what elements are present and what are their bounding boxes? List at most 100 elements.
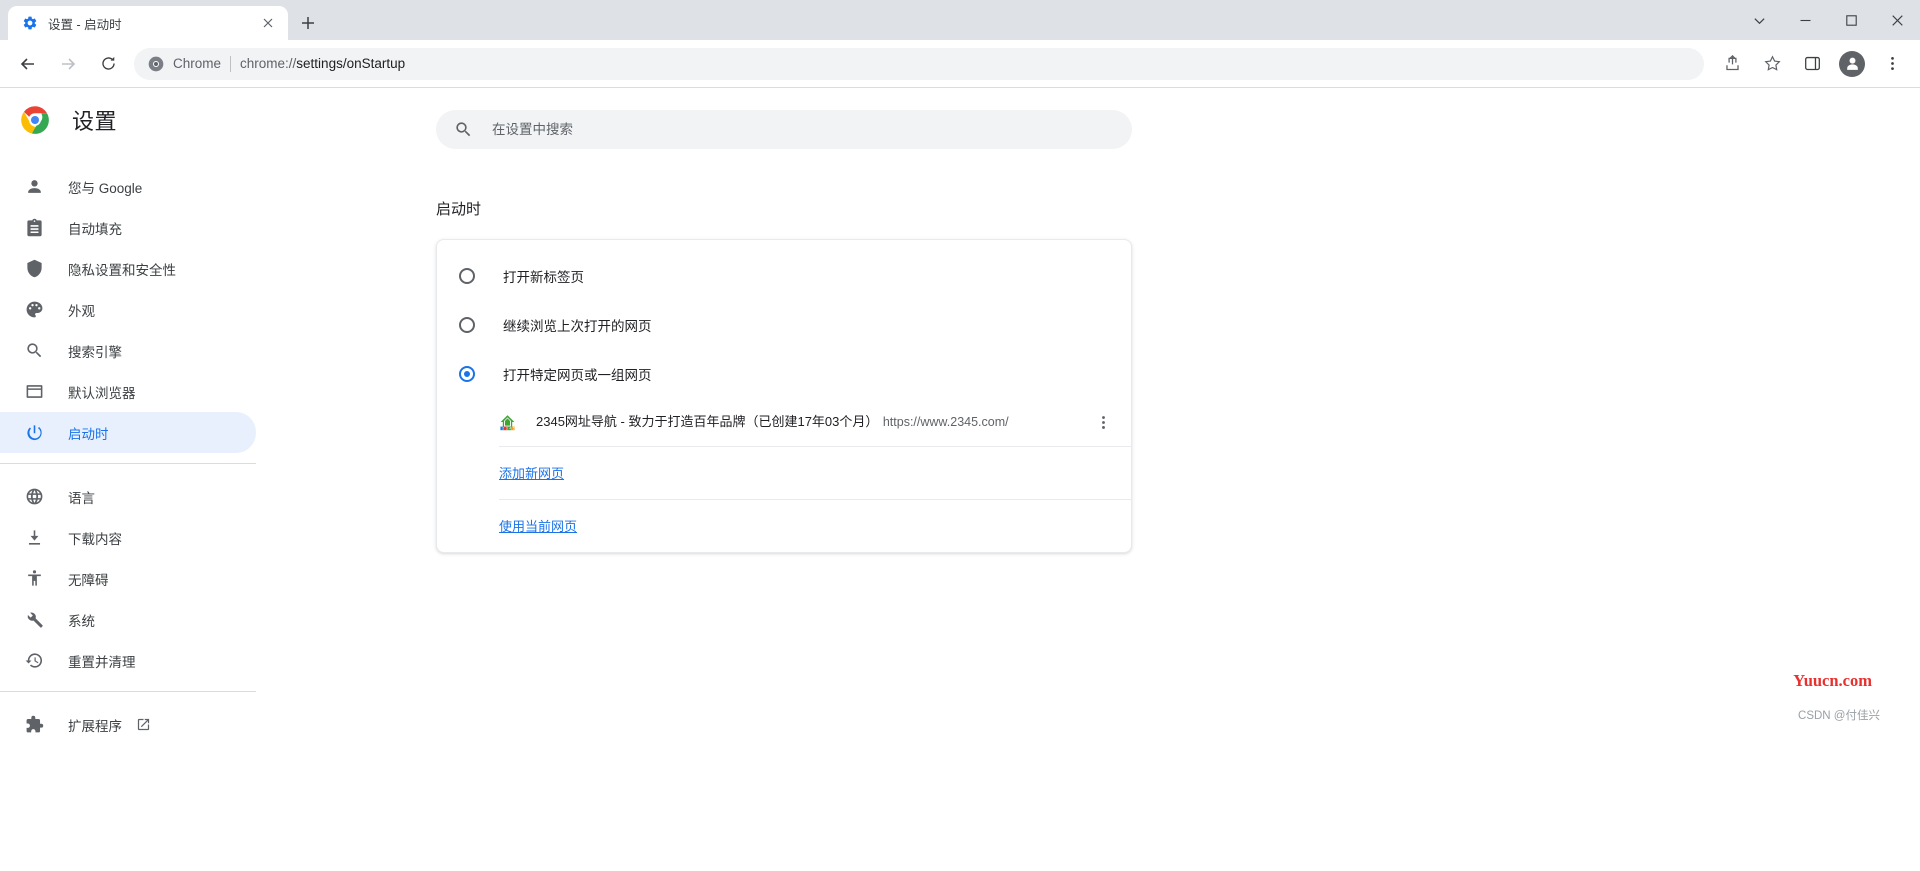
sidebar-item-system[interactable]: 系统 <box>0 599 256 640</box>
svg-text:4: 4 <box>509 426 511 430</box>
startup-site-text: 2345网址导航 - 致力于打造百年品牌（已创建17年03个月） https:/… <box>536 412 1089 432</box>
watermark-red: Yuucn.com <box>1793 671 1872 690</box>
window-close-button[interactable] <box>1874 0 1920 40</box>
chrome-logo-icon <box>148 56 164 72</box>
sidebar-item-label: 自动填充 <box>68 221 122 237</box>
blue-gear-icon <box>22 15 38 31</box>
accessibility-icon <box>24 569 44 589</box>
power-icon <box>24 423 44 443</box>
person-avatar-icon <box>1839 50 1865 77</box>
reload-button[interactable] <box>92 48 124 80</box>
sidebar-item-label: 重置并清理 <box>68 654 136 670</box>
share-icon[interactable] <box>1716 48 1748 80</box>
radio-open-new-tab[interactable]: 打开新标签页 <box>437 251 1131 300</box>
settings-search-box[interactable] <box>436 110 1132 149</box>
sidebar-item-label: 系统 <box>68 613 95 629</box>
settings-page: 设置 您与 Google 自动填充 隐私设置和安全性 外观 搜索引擎 默认浏览器… <box>0 88 1920 870</box>
window-minimize-button[interactable] <box>1782 0 1828 40</box>
browser-window: 设置 - 启动时 Chrome chrome://settings/onStar… <box>0 0 1920 871</box>
person-icon <box>24 177 44 197</box>
omnibox-url: chrome://settings/onStartup <box>240 56 405 71</box>
sidebar-item-reset-cleanup[interactable]: 重置并清理 <box>0 640 256 681</box>
sidebar-item-label: 语言 <box>68 490 95 506</box>
sidebar-item-privacy-security[interactable]: 隐私设置和安全性 <box>0 248 256 289</box>
omnibox-chip-label: Chrome <box>173 56 222 71</box>
radio-button[interactable] <box>459 316 475 333</box>
settings-title: 设置 <box>72 109 118 134</box>
startup-site-title: 2345网址导航 - 致力于打造百年品牌（已创建17年03个月） <box>536 414 879 429</box>
window-maximize-button[interactable] <box>1828 0 1874 40</box>
forward-button[interactable] <box>52 48 84 80</box>
side-panel-icon[interactable] <box>1796 48 1828 80</box>
use-current-pages-link[interactable]: 使用当前网页 <box>499 519 577 534</box>
omnibox-separator <box>230 55 232 72</box>
tab-settings[interactable]: 设置 - 启动时 <box>8 6 288 40</box>
tab-close-button[interactable] <box>258 13 278 33</box>
radio-continue-where-left-off[interactable]: 继续浏览上次打开的网页 <box>437 300 1131 349</box>
sidebar-item-label: 外观 <box>68 303 95 319</box>
tab-search-button[interactable] <box>1736 0 1782 40</box>
tab-strip: 设置 - 启动时 <box>0 0 1920 40</box>
chrome-logo-icon <box>20 105 50 135</box>
startup-options-card: 打开新标签页 继续浏览上次打开的网页 打开特定网页或一组网页 2 3 4 5 2… <box>436 239 1132 553</box>
new-tab-button[interactable] <box>294 9 322 37</box>
sidebar-divider-1 <box>0 463 256 464</box>
radio-label: 打开特定网页或一组网页 <box>503 367 652 383</box>
radio-label: 打开新标签页 <box>503 269 584 285</box>
clipboard-icon <box>24 218 44 238</box>
watermark-gray: CSDN @付佳兴 <box>1798 710 1880 722</box>
radio-label: 继续浏览上次打开的网页 <box>503 318 652 334</box>
radio-button[interactable] <box>459 267 475 284</box>
search-input[interactable] <box>492 122 1114 137</box>
browser-menu-button[interactable] <box>1876 48 1908 80</box>
download-icon <box>24 528 44 548</box>
svg-text:3: 3 <box>506 426 508 430</box>
puzzle-piece-icon <box>24 715 44 735</box>
star-icon[interactable] <box>1756 48 1788 80</box>
2345-house-favicon: 2 3 4 5 <box>499 414 516 431</box>
sidebar-item-extensions[interactable]: 扩展程序 <box>0 704 256 745</box>
browser-window-icon <box>24 382 44 402</box>
sidebar-item-on-startup[interactable]: 启动时 <box>0 412 256 453</box>
settings-nav: 您与 Google 自动填充 隐私设置和安全性 外观 搜索引擎 默认浏览器 启动… <box>0 166 256 745</box>
back-button[interactable] <box>12 48 44 80</box>
settings-brand: 设置 <box>0 88 256 152</box>
toolbar-actions <box>1712 48 1912 80</box>
tab-title: 设置 - 启动时 <box>48 17 122 32</box>
sidebar-item-label: 启动时 <box>68 426 109 442</box>
kebab-menu-icon[interactable] <box>1089 408 1117 436</box>
settings-sidebar: 设置 您与 Google 自动填充 隐私设置和安全性 外观 搜索引擎 默认浏览器… <box>0 88 256 870</box>
sidebar-item-label: 搜索引擎 <box>68 344 122 360</box>
sidebar-item-label: 下载内容 <box>68 531 122 547</box>
sidebar-item-autofill[interactable]: 自动填充 <box>0 207 256 248</box>
search-bar-wrapper <box>256 88 1920 149</box>
search-icon <box>454 120 473 139</box>
startup-site-row: 2 3 4 5 2345网址导航 - 致力于打造百年品牌（已创建17年03个月）… <box>437 398 1131 446</box>
sidebar-item-you-and-google[interactable]: 您与 Google <box>0 166 256 207</box>
omnibox-url-prefix: chrome:// <box>240 56 297 71</box>
svg-text:5: 5 <box>513 426 515 430</box>
sidebar-item-default-browser[interactable]: 默认浏览器 <box>0 371 256 412</box>
settings-main: 启动时 打开新标签页 继续浏览上次打开的网页 打开特定网页或一组网页 <box>256 88 1920 870</box>
sidebar-item-label: 默认浏览器 <box>68 385 136 401</box>
radio-open-specific-pages[interactable]: 打开特定网页或一组网页 <box>437 349 1131 398</box>
sidebar-item-label: 您与 Google <box>68 180 143 196</box>
use-current-pages-row: 使用当前网页 <box>437 500 1131 552</box>
sidebar-item-languages[interactable]: 语言 <box>0 476 256 517</box>
sidebar-item-label: 无障碍 <box>68 572 109 588</box>
radio-button[interactable] <box>459 365 475 382</box>
omnibox-url-path: settings/onStartup <box>296 56 406 71</box>
profile-avatar[interactable] <box>1836 48 1868 80</box>
external-link-icon <box>136 717 151 732</box>
add-new-page-link[interactable]: 添加新网页 <box>499 466 564 481</box>
sidebar-item-accessibility[interactable]: 无障碍 <box>0 558 256 599</box>
shield-icon <box>24 259 44 279</box>
palette-icon <box>24 300 44 320</box>
sidebar-item-search-engine[interactable]: 搜索引擎 <box>0 330 256 371</box>
sidebar-item-downloads[interactable]: 下载内容 <box>0 517 256 558</box>
sidebar-item-appearance[interactable]: 外观 <box>0 289 256 330</box>
sidebar-divider-2 <box>0 691 256 692</box>
omnibox[interactable]: Chrome chrome://settings/onStartup <box>134 47 1704 80</box>
wrench-icon <box>24 610 44 630</box>
browser-toolbar: Chrome chrome://settings/onStartup <box>0 40 1920 88</box>
